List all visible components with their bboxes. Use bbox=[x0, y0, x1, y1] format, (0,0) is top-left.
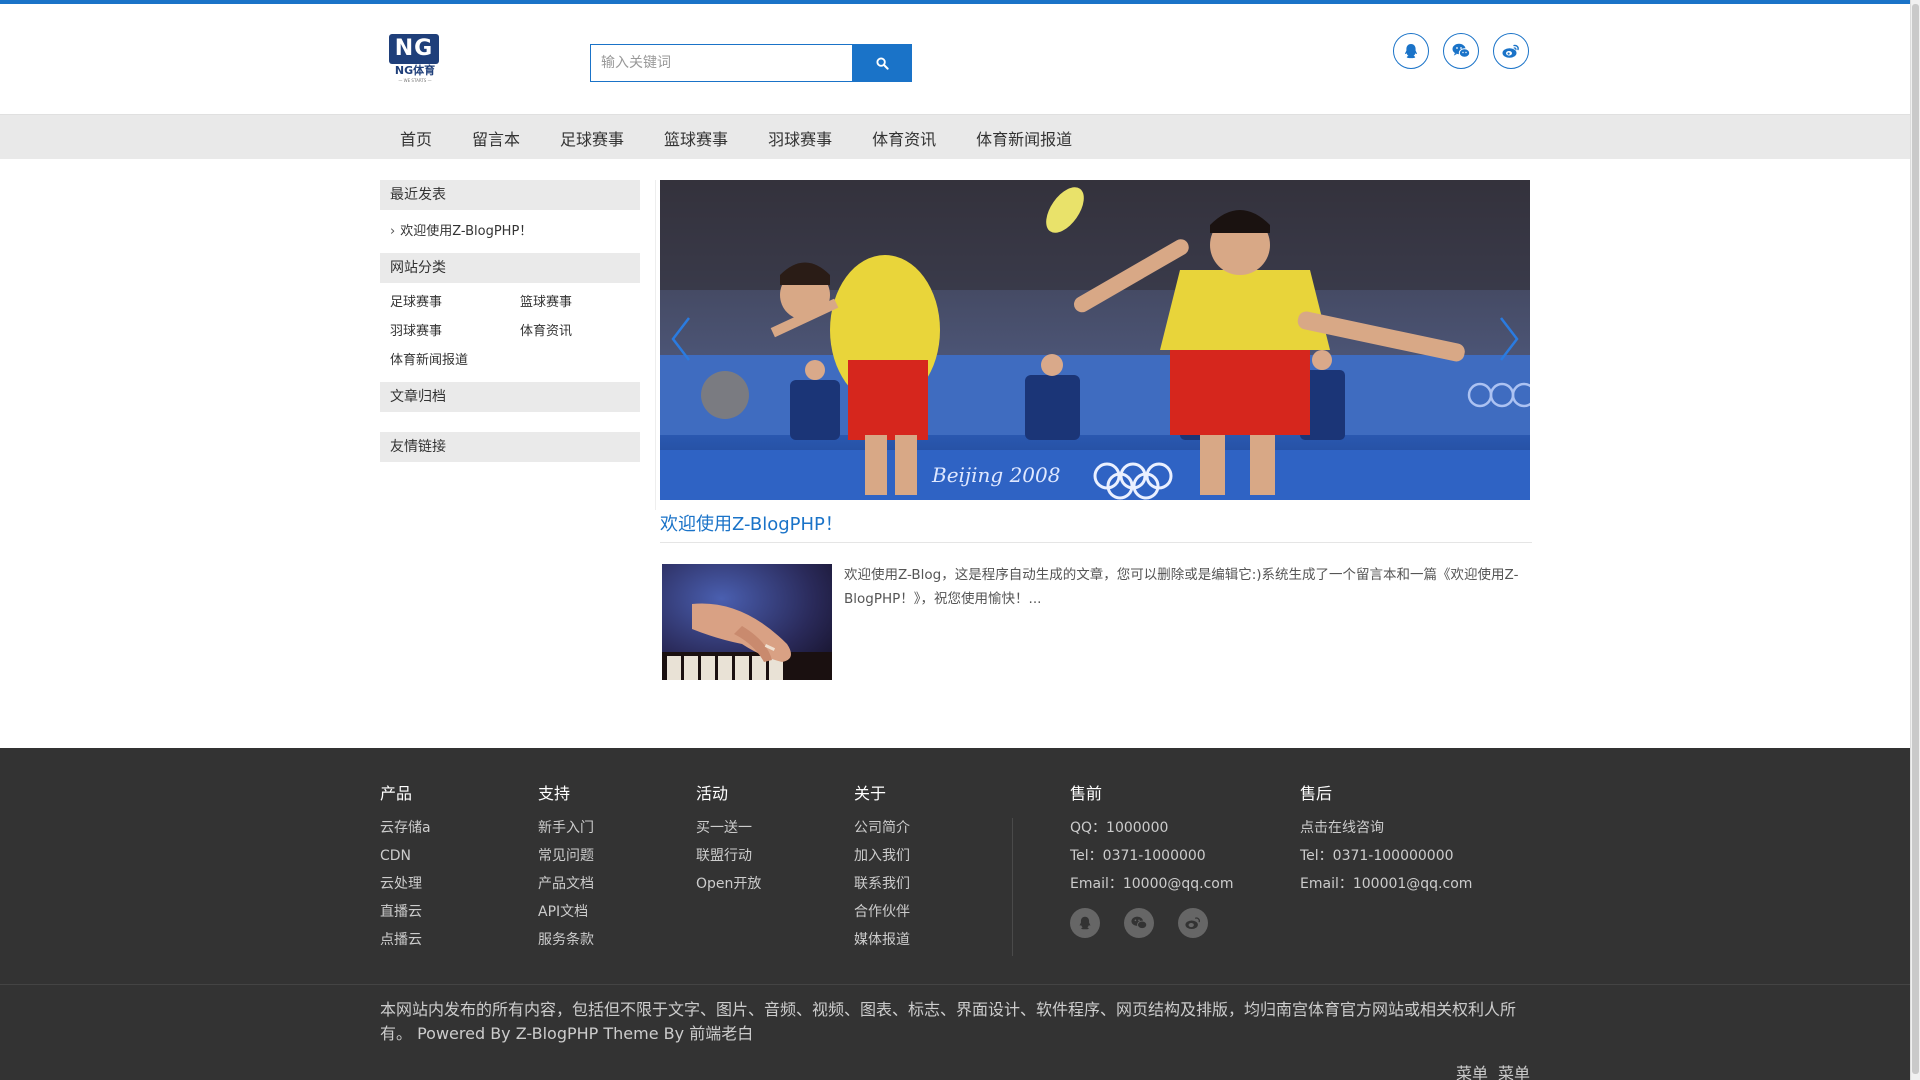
qq-icon[interactable] bbox=[1393, 33, 1429, 69]
footer-link[interactable]: API文档 bbox=[538, 898, 594, 926]
copyright-text: 本网站内发布的所有内容，包括但不限于文字、图片、音频、视频、图表、标志、界面设计… bbox=[380, 1000, 1517, 1043]
footer-link[interactable]: 云存储a bbox=[380, 814, 431, 842]
category-link[interactable]: 体育资讯 bbox=[520, 320, 640, 339]
footer-col-about: 关于 公司简介 加入我们 联系我们 合作伙伴 媒体报道 bbox=[854, 784, 910, 954]
footer-link[interactable]: 新手入门 bbox=[538, 814, 594, 842]
logo-subtext: — WE STARTS — bbox=[398, 78, 432, 83]
chevron-right-icon bbox=[1500, 317, 1519, 361]
site-footer: 产品 云存储a CDN 云处理 直播云 点播云 支持 新手入门 常见问题 产品文… bbox=[0, 748, 1910, 1080]
post-thumbnail[interactable] bbox=[662, 564, 832, 680]
footer-col-title: 活动 bbox=[696, 784, 729, 803]
footer-link[interactable]: 联系我们 bbox=[854, 870, 910, 898]
footer-col-title: 支持 bbox=[538, 784, 571, 803]
footer-bottom-divider bbox=[0, 984, 1910, 985]
search-input[interactable] bbox=[590, 44, 852, 82]
footer-menu: 菜单 菜单 bbox=[1456, 1060, 1530, 1080]
main-nav: 首页 留言本 足球赛事 篮球赛事 羽球赛事 体育资讯 体育新闻报道 bbox=[0, 114, 1910, 159]
header-social-links bbox=[1393, 33, 1529, 69]
footer-link[interactable]: 点播云 bbox=[380, 926, 431, 954]
footer-link[interactable]: CDN bbox=[380, 842, 431, 870]
sidebar: 最近发表 › 欢迎使用Z-BlogPHP！ 网站分类 足球赛事 篮球赛事 羽球赛事… bbox=[380, 180, 640, 462]
presale-tel: Tel：0371-1000000 bbox=[1070, 848, 1206, 864]
footer-link[interactable]: 联盟行动 bbox=[696, 842, 761, 870]
sidebar-recent-title: 最近发表 bbox=[380, 180, 640, 210]
aftersale-tel: Tel：0371-100000000 bbox=[1300, 848, 1454, 864]
nav-item-badminton[interactable]: 羽球赛事 bbox=[748, 126, 852, 150]
top-accent-line bbox=[0, 0, 1920, 4]
presale-qq: QQ：1000000 bbox=[1070, 820, 1169, 836]
page-scrollbar[interactable] bbox=[1910, 0, 1920, 1080]
nav-item-football[interactable]: 足球赛事 bbox=[540, 126, 644, 150]
category-link[interactable]: 羽球赛事 bbox=[390, 320, 520, 339]
post-excerpt: 欢迎使用Z-Blog，这是程序自动生成的文章，您可以删除或是编辑它:)系统生成了… bbox=[844, 567, 1519, 607]
footer-social-links bbox=[1070, 908, 1208, 938]
slider-caption: Beijing 2008 bbox=[931, 463, 1060, 487]
footer-col-title: 关于 bbox=[854, 784, 887, 803]
footer-link[interactable]: 合作伙伴 bbox=[854, 898, 910, 926]
post-title-link[interactable]: 欢迎使用Z-BlogPHP！ bbox=[660, 510, 1532, 543]
nav-item-home[interactable]: 首页 bbox=[380, 126, 452, 150]
nav-item-basketball[interactable]: 篮球赛事 bbox=[644, 126, 748, 150]
weibo-icon[interactable] bbox=[1493, 33, 1529, 69]
aftersale-online-consult[interactable]: 点击在线咨询 bbox=[1300, 814, 1472, 842]
category-link[interactable]: 篮球赛事 bbox=[520, 291, 640, 310]
qq-icon[interactable] bbox=[1070, 908, 1100, 938]
footer-col-title: 售后 bbox=[1300, 784, 1333, 803]
slider-prev-button[interactable] bbox=[666, 314, 696, 364]
nav-item-sports-news[interactable]: 体育资讯 bbox=[852, 126, 956, 150]
category-link[interactable]: 足球赛事 bbox=[390, 291, 520, 310]
sidebar-recent-item[interactable]: › 欢迎使用Z-BlogPHP！ bbox=[380, 210, 640, 253]
footer-col-title: 产品 bbox=[380, 784, 413, 803]
footer-link[interactable]: 加入我们 bbox=[854, 842, 910, 870]
footer-col-support: 支持 新手入门 常见问题 产品文档 API文档 服务条款 bbox=[538, 784, 594, 954]
nav-item-guestbook[interactable]: 留言本 bbox=[452, 126, 540, 150]
footer-aftersale: 售后 点击在线咨询 Tel：0371-100000000 Email：10000… bbox=[1300, 784, 1472, 898]
presale-email: Email：10000@qq.com bbox=[1070, 876, 1234, 892]
slider-next-button[interactable] bbox=[1494, 314, 1524, 364]
sidebar-archive-title[interactable]: 文章归档 bbox=[380, 382, 640, 412]
content-divider bbox=[655, 180, 656, 510]
footer-col-title: 售前 bbox=[1070, 784, 1103, 803]
footer-link[interactable]: 常见问题 bbox=[538, 842, 594, 870]
recent-post-link[interactable]: 欢迎使用Z-BlogPHP！ bbox=[400, 224, 532, 239]
nav-item-sports-reports[interactable]: 体育新闻报道 bbox=[956, 126, 1092, 150]
footer-link[interactable]: 云处理 bbox=[380, 870, 431, 898]
slider-photo: Beijing 2008 bbox=[660, 180, 1530, 500]
footer-link[interactable]: 直播云 bbox=[380, 898, 431, 926]
logo-mark: NG bbox=[389, 34, 439, 64]
sidebar-categories-title: 网站分类 bbox=[380, 253, 640, 283]
aftersale-email: Email：100001@qq.com bbox=[1300, 876, 1473, 892]
wechat-icon[interactable] bbox=[1443, 33, 1479, 69]
category-link[interactable]: 体育新闻报道 bbox=[390, 349, 520, 368]
piano-hand-image bbox=[662, 564, 832, 680]
sidebar-links-title[interactable]: 友情链接 bbox=[380, 432, 640, 462]
footer-link[interactable]: 媒体报道 bbox=[854, 926, 910, 954]
footer-menu-item[interactable]: 菜单 bbox=[1456, 1060, 1488, 1080]
footer-col-activities: 活动 买一送一 联盟行动 Open开放 bbox=[696, 784, 761, 898]
site-logo[interactable]: NG NG体育 — WE STARTS — bbox=[389, 34, 441, 84]
footer-link[interactable]: 公司简介 bbox=[854, 814, 910, 842]
footer-menu-item[interactable]: 菜单 bbox=[1498, 1060, 1530, 1080]
image-slider[interactable]: Beijing 2008 bbox=[660, 180, 1530, 500]
footer-divider bbox=[1012, 818, 1013, 956]
footer-link[interactable]: 产品文档 bbox=[538, 870, 594, 898]
wechat-icon[interactable] bbox=[1124, 908, 1154, 938]
chevron-right-icon: › bbox=[390, 224, 396, 239]
footer-link[interactable]: Open开放 bbox=[696, 870, 761, 898]
sidebar-categories: 足球赛事 篮球赛事 羽球赛事 体育资讯 体育新闻报道 bbox=[380, 283, 640, 374]
footer-link[interactable]: 买一送一 bbox=[696, 814, 761, 842]
footer-col-products: 产品 云存储a CDN 云处理 直播云 点播云 bbox=[380, 784, 431, 954]
logo-text: NG体育 bbox=[394, 64, 436, 77]
search-button[interactable] bbox=[852, 44, 912, 82]
footer-presale: 售前 QQ：1000000 Tel：0371-1000000 Email：100… bbox=[1070, 784, 1234, 898]
scrollbar-thumb[interactable] bbox=[1912, 4, 1919, 1074]
search-icon bbox=[875, 56, 889, 70]
footer-link[interactable]: 服务条款 bbox=[538, 926, 594, 954]
weibo-icon[interactable] bbox=[1178, 908, 1208, 938]
chevron-left-icon bbox=[671, 317, 690, 361]
